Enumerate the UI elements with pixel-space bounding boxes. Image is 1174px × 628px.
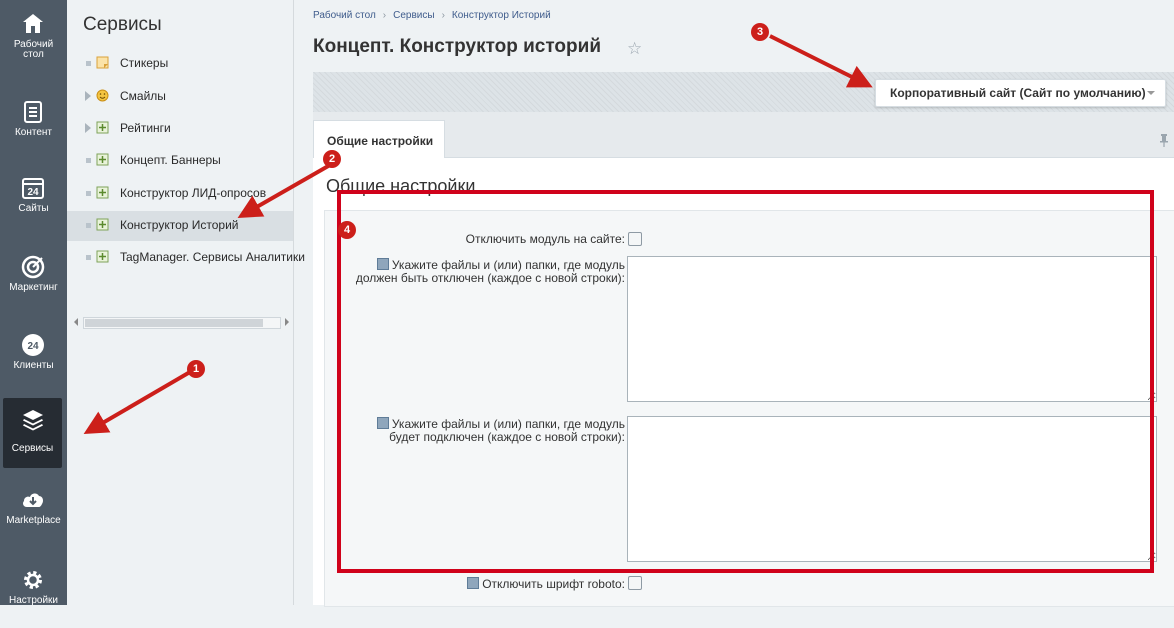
favorite-star-icon[interactable]: ☆ — [627, 39, 642, 59]
scroll-left-icon[interactable] — [74, 318, 78, 326]
tree-item-label: Концепт. Баннеры — [120, 153, 221, 167]
gear-icon — [24, 571, 42, 589]
tree-item-stories-constructor[interactable]: Конструктор Историй — [67, 211, 293, 241]
scroll-right-icon[interactable] — [285, 318, 289, 326]
pin-icon[interactable] — [1158, 133, 1170, 147]
tree-item-smiles[interactable]: Смайлы — [67, 82, 293, 112]
disable-roboto-checkbox[interactable] — [628, 576, 642, 590]
nav-item-label: Рабочий стол — [13, 39, 54, 60]
nav-item-settings[interactable]: Настройки — [0, 558, 67, 628]
nav-item-clients[interactable]: 24 Клиенты — [0, 323, 67, 393]
nav-item-label: Маркетинг — [9, 282, 58, 293]
nav-item-label: Контент — [14, 127, 53, 138]
module-icon — [96, 218, 109, 231]
page-title: Концепт. Конструктор историй — [313, 36, 601, 57]
tab-bar: Общие настройки — [313, 112, 1174, 158]
services-tree-panel: Сервисы Стикеры Смайлы Рейтинги Концепт.… — [67, 0, 305, 605]
breadcrumb: Рабочий стол › Сервисы › Конструктор Историй — [313, 10, 551, 21]
module-icon — [96, 250, 109, 263]
breadcrumb-item-services[interactable]: Сервисы — [393, 10, 434, 21]
cloud-download-icon — [23, 493, 43, 507]
breadcrumb-item-current[interactable]: Конструктор Историй — [452, 10, 551, 21]
module-icon — [96, 121, 109, 134]
annotation-highlight-box — [337, 190, 1154, 573]
nav-item-label: Клиенты — [13, 360, 54, 371]
left-navigation: Рабочий стол Контент 24 Сайты Маркетинг 2… — [0, 0, 67, 606]
nav-item-label: Сайты — [18, 203, 49, 214]
nav-item-label: Сервисы — [11, 443, 54, 454]
bullet-icon — [86, 223, 91, 228]
nav-item-marketing[interactable]: Маркетинг — [0, 245, 67, 315]
scroll-thumb[interactable] — [85, 319, 263, 327]
expand-arrow-icon[interactable] — [85, 123, 91, 133]
bullet-icon — [86, 191, 91, 196]
tree-item-label: Конструктор Историй — [120, 218, 239, 232]
bitrix24-icon: 24 — [22, 334, 44, 356]
home-icon — [23, 14, 43, 33]
sticker-icon — [96, 56, 109, 69]
tree-item-label: Смайлы — [120, 89, 166, 103]
bullet-icon — [86, 255, 91, 260]
tree-item-label: Конструктор ЛИД-опросов — [120, 186, 267, 200]
breadcrumb-item-desktop[interactable]: Рабочий стол — [313, 10, 376, 21]
tree-item-label: Стикеры — [120, 56, 169, 70]
nav-item-label: Marketplace — [6, 515, 61, 526]
calendar-icon: 24 — [22, 178, 44, 199]
document-icon — [24, 101, 42, 123]
tree-item-stickers[interactable]: Стикеры — [67, 49, 293, 79]
tab-label: Общие настройки — [327, 134, 434, 148]
annotation-badge-2: 2 — [323, 150, 341, 168]
annotation-badge-4: 4 — [338, 221, 356, 239]
module-icon — [96, 153, 109, 166]
tree-item-label: TagManager. Сервисы Аналитики — [120, 250, 305, 264]
tree-title: Сервисы — [83, 14, 162, 35]
nav-item-services[interactable]: Сервисы — [3, 398, 62, 468]
tree-horizontal-scrollbar[interactable] — [71, 315, 293, 329]
calendar-day: 24 — [27, 187, 39, 198]
tree-item-tagmanager[interactable]: TagManager. Сервисы Аналитики — [67, 243, 305, 273]
tree-item-ratings[interactable]: Рейтинги — [67, 114, 293, 144]
site-select[interactable]: Корпоративный сайт (Сайт по умолчанию) — [875, 79, 1166, 107]
breadcrumb-separator: › — [382, 10, 387, 21]
annotation-badge-1: 1 — [187, 360, 205, 378]
bullet-icon — [86, 158, 91, 163]
tree-item-label: Рейтинги — [120, 121, 171, 135]
target-icon — [21, 255, 45, 279]
annotation-badge-3: 3 — [751, 23, 769, 41]
bullet-icon — [86, 61, 91, 66]
nav-item-desktop[interactable]: Рабочий стол — [0, 2, 67, 72]
layers-icon — [23, 410, 43, 431]
chevron-down-icon — [1147, 91, 1155, 95]
nav-item-sites[interactable]: 24 Сайты — [0, 166, 67, 236]
breadcrumb-separator: › — [441, 10, 445, 21]
tree-item-lead-surveys[interactable]: Конструктор ЛИД-опросов — [67, 179, 293, 209]
smile-icon — [96, 89, 109, 102]
nav-item-content[interactable]: Контент — [0, 90, 67, 160]
nav-item-marketplace[interactable]: Marketplace — [0, 478, 67, 548]
tree-item-banners[interactable]: Концепт. Баннеры — [67, 146, 293, 176]
module-icon — [96, 186, 109, 199]
disable-roboto-label: Отключить шрифт roboto: — [467, 577, 625, 591]
toolbar: Корпоративный сайт (Сайт по умолчанию) — [313, 72, 1174, 112]
expand-arrow-icon[interactable] — [85, 91, 91, 101]
help-icon[interactable] — [467, 577, 480, 589]
site-select-value: Корпоративный сайт (Сайт по умолчанию) — [890, 86, 1146, 100]
clients-badge: 24 — [27, 341, 39, 352]
